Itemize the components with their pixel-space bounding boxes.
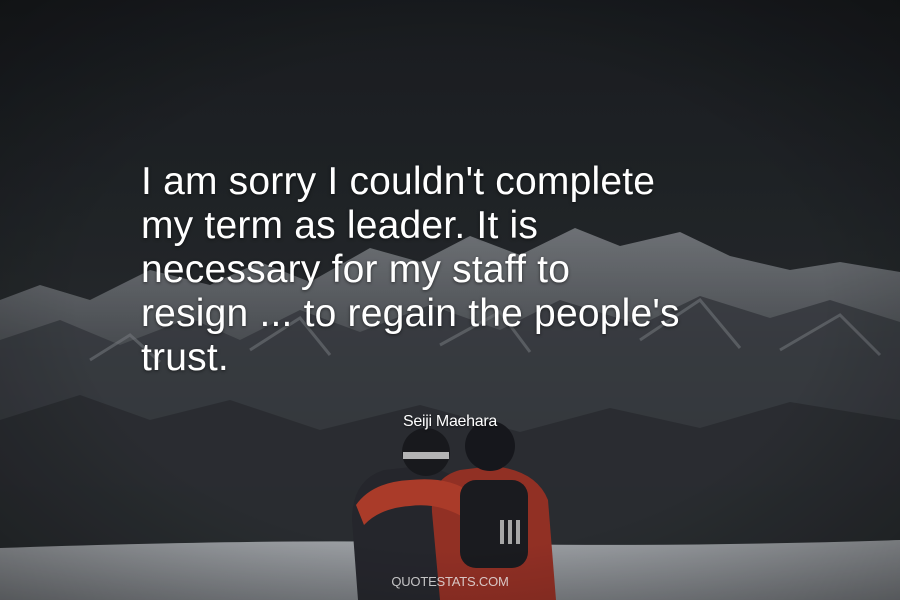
quote-line: necessary for my staff to: [141, 248, 571, 291]
quote-line: I am sorry I couldn't complete: [141, 160, 656, 203]
quote-image: I am sorry I couldn't complete my term a…: [0, 0, 900, 600]
quote-author: Seiji Maehara: [403, 413, 497, 430]
quote-line: trust.: [141, 336, 229, 379]
quote-line: my term as leader. It is: [141, 204, 539, 247]
quote-line: resign ... to regain the people's: [141, 292, 680, 335]
site-watermark: QUOTESTATS.COM: [391, 574, 509, 589]
quote-text: I am sorry I couldn't complete my term a…: [141, 160, 841, 380]
